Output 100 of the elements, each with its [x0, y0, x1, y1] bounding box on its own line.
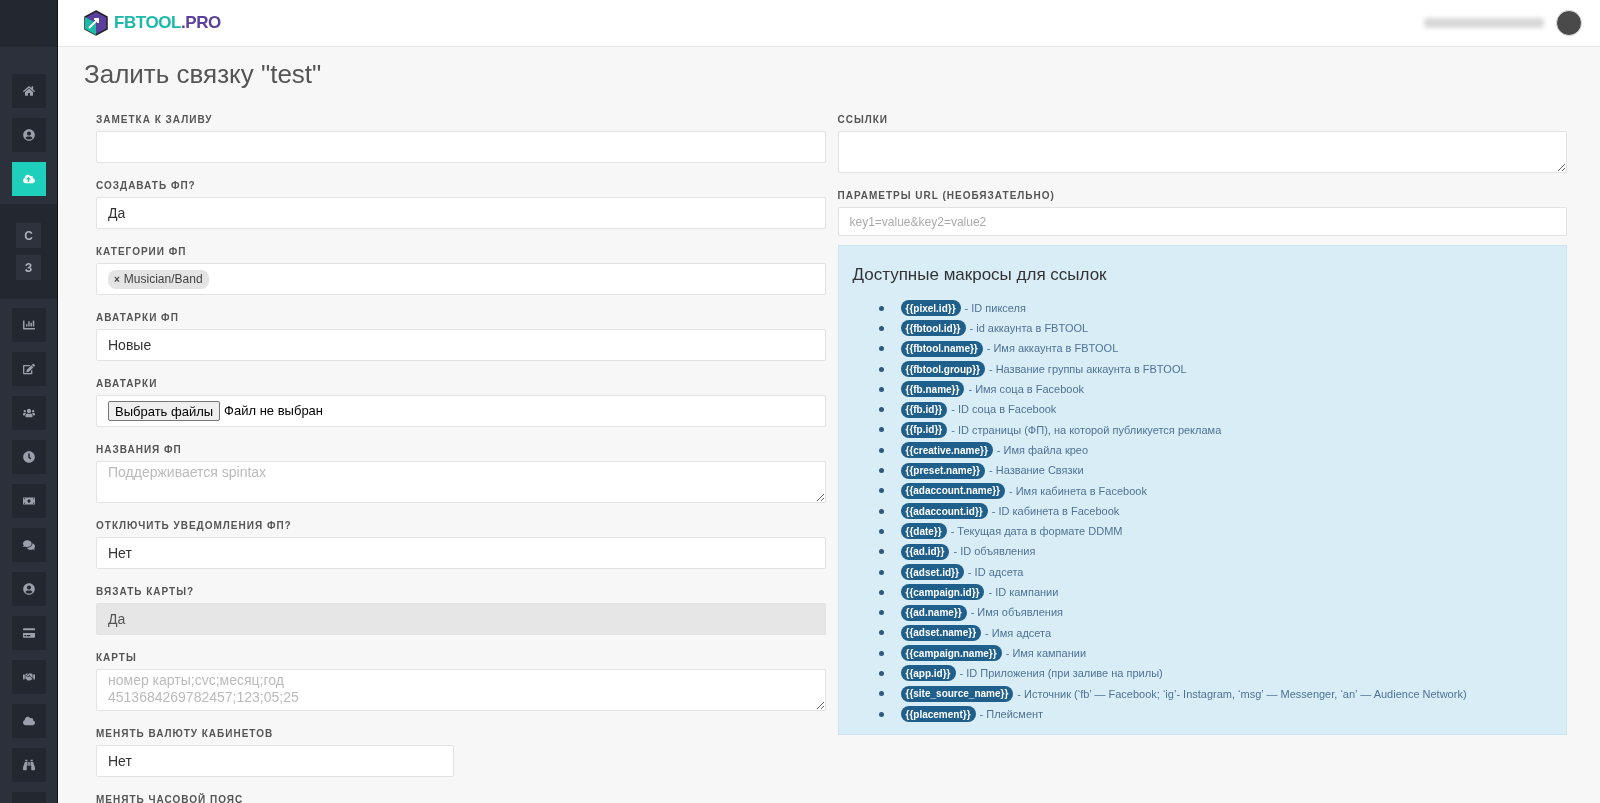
textarea-field[interactable]: Поддерживается spintax	[96, 461, 826, 503]
tags-field[interactable]: × Musician/Band	[96, 263, 826, 295]
macro-description: - ID Приложения (при заливе на прилы)	[959, 666, 1163, 682]
macro-tag: {{fb.id}}	[900, 401, 948, 418]
logo-icon	[84, 10, 108, 36]
macro-tag: {{app.id}}	[900, 665, 956, 682]
macro-tag: {{adaccount.name}}	[900, 482, 1005, 499]
macro-tag: {{date}}	[900, 523, 947, 540]
field-label: ПАРАМЕТРЫ URL (НЕОБЯЗАТЕЛЬНО)	[837, 190, 1055, 202]
macro-tag: {{ad.name}}	[900, 604, 967, 621]
bullet-icon	[878, 366, 884, 372]
sidebar-item[interactable]	[11, 74, 46, 108]
credit-card-icon	[22, 627, 35, 639]
bullet-icon	[878, 488, 884, 494]
bar-chart-icon	[22, 319, 35, 331]
bullet-icon	[878, 671, 884, 676]
sidebar-letter-tile[interactable]: З	[16, 255, 41, 280]
bullet-icon	[878, 569, 884, 575]
macro-tag: {{campaign.name}}	[900, 645, 1002, 662]
sidebar-item[interactable]	[11, 572, 46, 606]
macro-tag: {{fb.name}}	[900, 381, 965, 398]
url-params-input[interactable]: key1=value&key2=value2	[837, 207, 1567, 236]
macro-tag: {{fp.id}}	[900, 421, 948, 438]
file-field[interactable]: Выбрать файлы Файл не выбран	[96, 395, 826, 427]
edit-icon	[22, 363, 35, 375]
bullet-icon	[878, 528, 884, 534]
sidebar-item[interactable]	[11, 528, 46, 562]
textarea-field[interactable]: номер карты;cvc;месяц;год 4513684269782457;123;05;25	[96, 669, 826, 711]
field-label: СОЗДАВАТЬ ФП?	[96, 180, 196, 192]
cloud-icon	[22, 715, 35, 727]
select-field[interactable]: Нет	[96, 537, 826, 569]
logo-text: FBTOOL.PRO	[114, 12, 221, 35]
macro-description: - ID адсета	[967, 564, 1024, 580]
tag-text: Musician/Band	[123, 271, 203, 288]
field-label: ССЫЛКИ	[837, 114, 889, 126]
macro-tag: {{adset.name}}	[900, 624, 982, 641]
sidebar-item[interactable]	[11, 162, 46, 196]
sidebar-letter-tile[interactable]: C	[16, 223, 41, 248]
users-icon	[22, 407, 35, 419]
field-label: ВЯЗАТЬ КАРТЫ?	[96, 586, 195, 598]
sidebar-item[interactable]	[11, 308, 46, 342]
bullet-icon	[878, 630, 884, 636]
sidebar-item[interactable]	[11, 616, 46, 650]
sidebar-item[interactable]	[11, 118, 46, 152]
field-label: МЕНЯТЬ ВАЛЮТУ КАБИНЕТОВ	[96, 728, 274, 740]
sidebar-item[interactable]	[11, 396, 46, 430]
bullet-icon	[878, 468, 884, 473]
macros-heading: Доступные макросы для ссылок	[852, 264, 1108, 286]
binoculars-icon	[22, 759, 35, 771]
bullet-icon	[878, 508, 884, 514]
chat-icon	[22, 539, 35, 551]
macro-description: - Источник (‘fb’ — Facebook; ‘ig’- Instagram, ‘msg’ — Messenger, ‘an’ — Audience Network)	[1017, 686, 1467, 702]
macro-description: - ID пикселя	[964, 300, 1026, 316]
bullet-icon	[878, 325, 884, 331]
file-status: Файл не выбран	[224, 402, 324, 421]
field-label: АВАТАРКИ ФП	[96, 312, 179, 324]
macro-tag: {{ad.id}}	[900, 543, 950, 560]
bullet-icon	[878, 346, 884, 352]
macro-tag: {{adset.id}}	[900, 564, 964, 580]
macro-description: - Имя кампании	[1005, 645, 1087, 661]
bullet-icon	[878, 610, 884, 616]
field-label: КАТЕГОРИИ ФП	[96, 246, 187, 258]
macro-description: - id аккаунта в FBTOOL	[969, 321, 1089, 337]
macro-tag: {{preset.name}}	[900, 462, 985, 479]
macro-tag: {{placement}}	[900, 706, 976, 723]
macro-tag: {{campaign.id}}	[900, 584, 985, 601]
macro-description: - ID страницы (ФП), на которой публикуется реклама	[951, 422, 1222, 438]
sidebar-item[interactable]	[11, 352, 46, 386]
home-icon	[22, 85, 35, 97]
tag-remove-button[interactable]: ×	[114, 271, 120, 287]
macro-tag: {{creative.name}}	[900, 442, 993, 459]
sidebar-item[interactable]	[11, 440, 46, 474]
select-field[interactable]: Да	[96, 197, 826, 229]
select-field[interactable]: Нет	[96, 745, 454, 777]
bullet-icon	[878, 650, 884, 656]
macro-tag: {{site_source_name}}	[900, 685, 1014, 702]
avatar[interactable]	[1556, 10, 1582, 36]
bullet-icon	[878, 589, 884, 595]
macro-description: - ID соца в Facebook	[951, 402, 1057, 418]
field-label: НАЗВАНИЯ ФП	[96, 444, 182, 456]
macro-description: - Плейсмент	[979, 706, 1044, 722]
sidebar-item[interactable]	[11, 748, 46, 782]
sidebar-item[interactable]	[11, 704, 46, 738]
choose-files-button[interactable]: Выбрать файлы	[108, 401, 221, 421]
bullet-icon	[878, 305, 884, 311]
macro-description: - Имя кабинета в Facebook	[1009, 483, 1147, 499]
macro-tag: {{adaccount.id}}	[900, 503, 988, 520]
field-label: ЗАМЕТКА К ЗАЛИВУ	[96, 114, 213, 126]
macro-description: - ID кабинета в Facebook	[991, 503, 1120, 519]
text-input[interactable]	[96, 131, 826, 163]
macro-description: - Имя соца в Facebook	[968, 382, 1085, 398]
select-field[interactable]: Новые	[96, 329, 826, 361]
bullet-icon	[878, 386, 884, 392]
sidebar-item[interactable]	[11, 484, 46, 518]
macro-description: - Название группы аккаунта в FBTOOL	[988, 361, 1187, 377]
macro-tag: {{fbtool.name}}	[900, 340, 983, 357]
macro-description: - Имя аккаунта в FBTOOL	[986, 341, 1119, 357]
macro-description: - Текущая дата в формате DDMM	[950, 524, 1123, 540]
handshake-icon	[22, 671, 35, 683]
macro-tag: {{pixel.id}}	[900, 300, 961, 317]
